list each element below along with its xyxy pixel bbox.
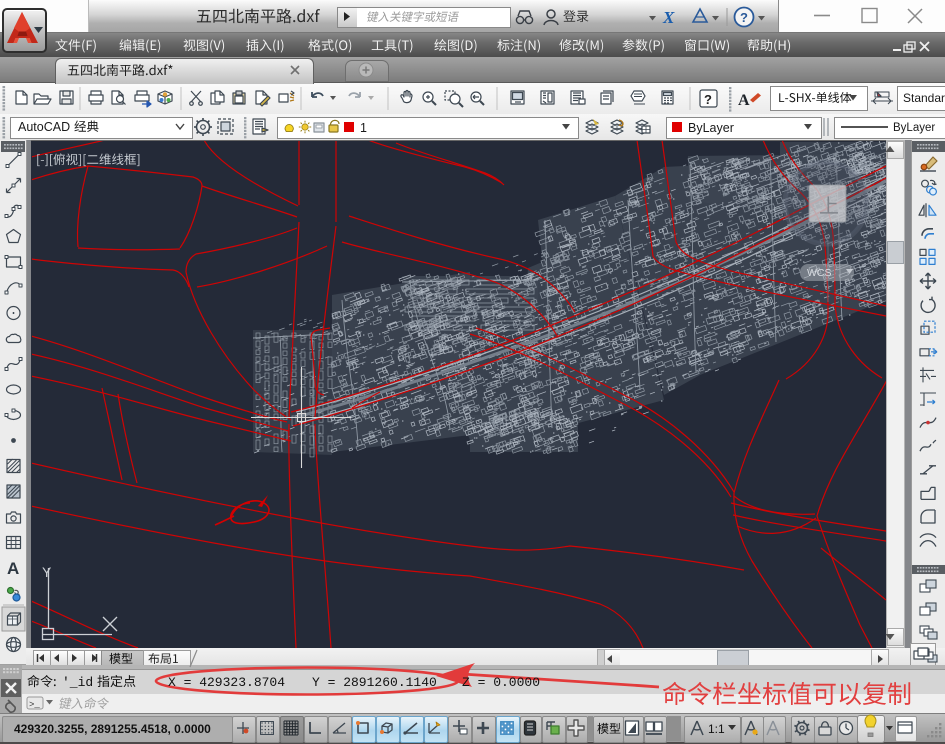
svg-text:A: A [738,92,750,109]
svg-text:X = 429323.8704: X = 429323.8704 [168,675,285,690]
svg-text:A: A [7,559,19,578]
svg-text:429320.3255, 2891255.4518, 0.: 429320.3255, 2891255.4518, 0.0000 [14,722,211,736]
svg-text:?: ? [704,92,712,107]
svg-text:Y = 2891260.1140: Y = 2891260.1140 [312,675,437,690]
svg-text:ByLayer: ByLayer [688,121,734,135]
svg-text:ByLayer: ByLayer [893,122,935,134]
svg-text:WCS: WCS [807,267,832,279]
svg-text:1: 1 [360,121,367,135]
svg-text:'_id: '_id [62,675,93,690]
svg-text:Y: Y [42,564,52,580]
svg-text:AutoCAD: AutoCAD [18,120,70,134]
svg-text:Standard: Standard [903,91,945,105]
svg-text:1:1: 1:1 [708,722,725,736]
svg-text:?: ? [740,10,748,25]
svg-text:>_: >_ [29,700,40,710]
svg-text:Z = 0.0000: Z = 0.0000 [462,675,540,690]
svg-text:X: X [662,8,675,27]
